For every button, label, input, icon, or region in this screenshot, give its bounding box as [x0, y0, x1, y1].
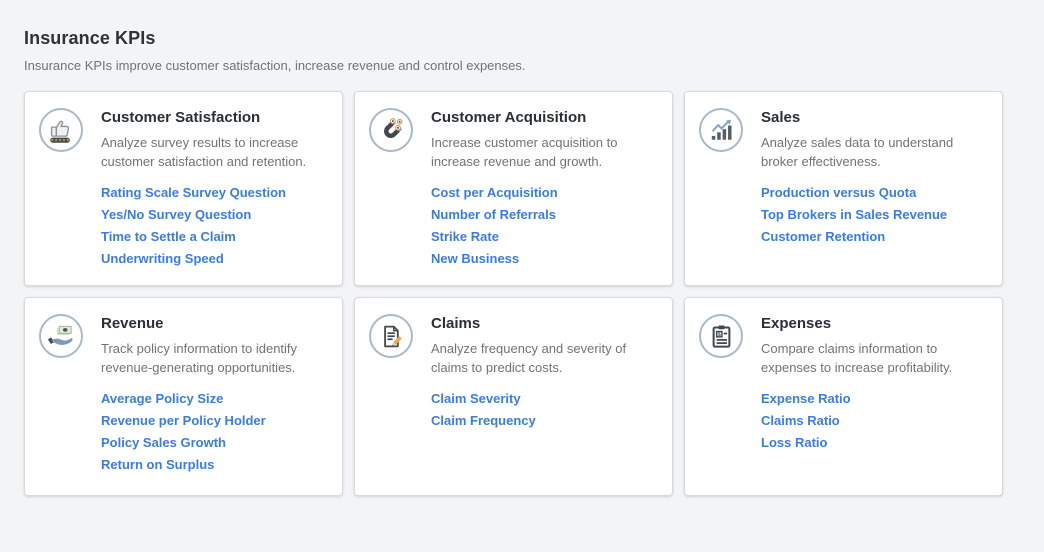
kpi-link-list: Average Policy Size Revenue per Policy Ho…: [101, 392, 326, 480]
card-icon-circle: [39, 314, 83, 358]
card-description: Analyze frequency and severity of claims…: [431, 339, 656, 377]
kpi-link-list: Rating Scale Survey Question Yes/No Surve…: [101, 186, 326, 274]
kpi-link-list: Cost per Acquisition Number of Referrals S…: [431, 186, 656, 274]
document-with-pencil-icon: [378, 323, 405, 350]
kpi-link[interactable]: Claims Ratio: [761, 414, 840, 427]
kpi-link[interactable]: Customer Retention: [761, 230, 885, 243]
card-description: Compare claims information to expenses t…: [761, 339, 986, 377]
insurance-kpis-page: Insurance KPIs Insurance KPIs improve cu…: [0, 0, 1044, 552]
kpi-link[interactable]: Yes/No Survey Question: [101, 208, 251, 221]
kpi-link-list: Expense Ratio Claims Ratio Loss Ratio: [761, 392, 986, 458]
card-title: Customer Acquisition: [431, 109, 656, 126]
kpi-link[interactable]: Strike Rate: [431, 230, 499, 243]
kpi-card-grid: Customer Satisfaction Analyze survey res…: [24, 91, 1003, 496]
kpi-card: Revenue Track policy information to iden…: [24, 297, 343, 496]
page-header: Insurance KPIs Insurance KPIs improve cu…: [0, 0, 1044, 73]
card-description: Analyze sales data to understand broker …: [761, 133, 986, 171]
card-description: Track policy information to identify rev…: [101, 339, 326, 377]
kpi-card: Customer Acquisition Increase customer a…: [354, 91, 673, 286]
card-body: Revenue Track policy information to iden…: [101, 311, 326, 480]
kpi-link-list: Claim Severity Claim Frequency: [431, 392, 656, 436]
kpi-link[interactable]: Average Policy Size: [101, 392, 223, 405]
kpi-link[interactable]: Number of Referrals: [431, 208, 556, 221]
kpi-link-list: Production versus Quota Top Brokers in Sa…: [761, 186, 986, 252]
card-body: Customer Acquisition Increase customer a…: [431, 105, 656, 274]
kpi-link[interactable]: Underwriting Speed: [101, 252, 224, 265]
dollar-clipboard-icon: [708, 323, 735, 350]
kpi-link[interactable]: Rating Scale Survey Question: [101, 186, 286, 199]
card-icon-circle: [699, 314, 743, 358]
kpi-card: Claims Analyze frequency and severity of…: [354, 297, 673, 496]
card-title: Expenses: [761, 315, 986, 332]
kpi-card: Customer Satisfaction Analyze survey res…: [24, 91, 343, 286]
kpi-link[interactable]: Claim Frequency: [431, 414, 536, 427]
page-title: Insurance KPIs: [24, 28, 1020, 49]
card-title: Revenue: [101, 315, 326, 332]
card-body: Expenses Compare claims information to e…: [761, 311, 986, 458]
card-icon-circle: [39, 108, 83, 152]
kpi-link[interactable]: Revenue per Policy Holder: [101, 414, 266, 427]
kpi-link[interactable]: Loss Ratio: [761, 436, 827, 449]
kpi-link[interactable]: Time to Settle a Claim: [101, 230, 236, 243]
thumbs-up-rating-icon: [48, 117, 75, 144]
card-title: Sales: [761, 109, 986, 126]
card-body: Customer Satisfaction Analyze survey res…: [101, 105, 326, 274]
card-description: Analyze survey results to increase custo…: [101, 133, 326, 171]
kpi-link[interactable]: Policy Sales Growth: [101, 436, 226, 449]
kpi-link[interactable]: Cost per Acquisition: [431, 186, 558, 199]
kpi-link[interactable]: Expense Ratio: [761, 392, 851, 405]
bar-chart-growth-icon: [708, 117, 735, 144]
kpi-link[interactable]: Return on Surplus: [101, 458, 214, 471]
kpi-link[interactable]: Production versus Quota: [761, 186, 916, 199]
card-body: Sales Analyze sales data to understand b…: [761, 105, 986, 252]
card-icon-circle: [699, 108, 743, 152]
magnet-attracting-customers-icon: [378, 117, 405, 144]
kpi-card: Sales Analyze sales data to understand b…: [684, 91, 1003, 286]
card-title: Claims: [431, 315, 656, 332]
kpi-link[interactable]: Top Brokers in Sales Revenue: [761, 208, 947, 221]
card-description: Increase customer acquisition to increas…: [431, 133, 656, 171]
kpi-link[interactable]: New Business: [431, 252, 519, 265]
card-body: Claims Analyze frequency and severity of…: [431, 311, 656, 436]
card-icon-circle: [369, 108, 413, 152]
kpi-link[interactable]: Claim Severity: [431, 392, 521, 405]
hand-holding-money-icon: [48, 323, 75, 350]
card-icon-circle: [369, 314, 413, 358]
kpi-card: Expenses Compare claims information to e…: [684, 297, 1003, 496]
page-subtitle: Insurance KPIs improve customer satisfac…: [24, 58, 1020, 73]
card-title: Customer Satisfaction: [101, 109, 326, 126]
